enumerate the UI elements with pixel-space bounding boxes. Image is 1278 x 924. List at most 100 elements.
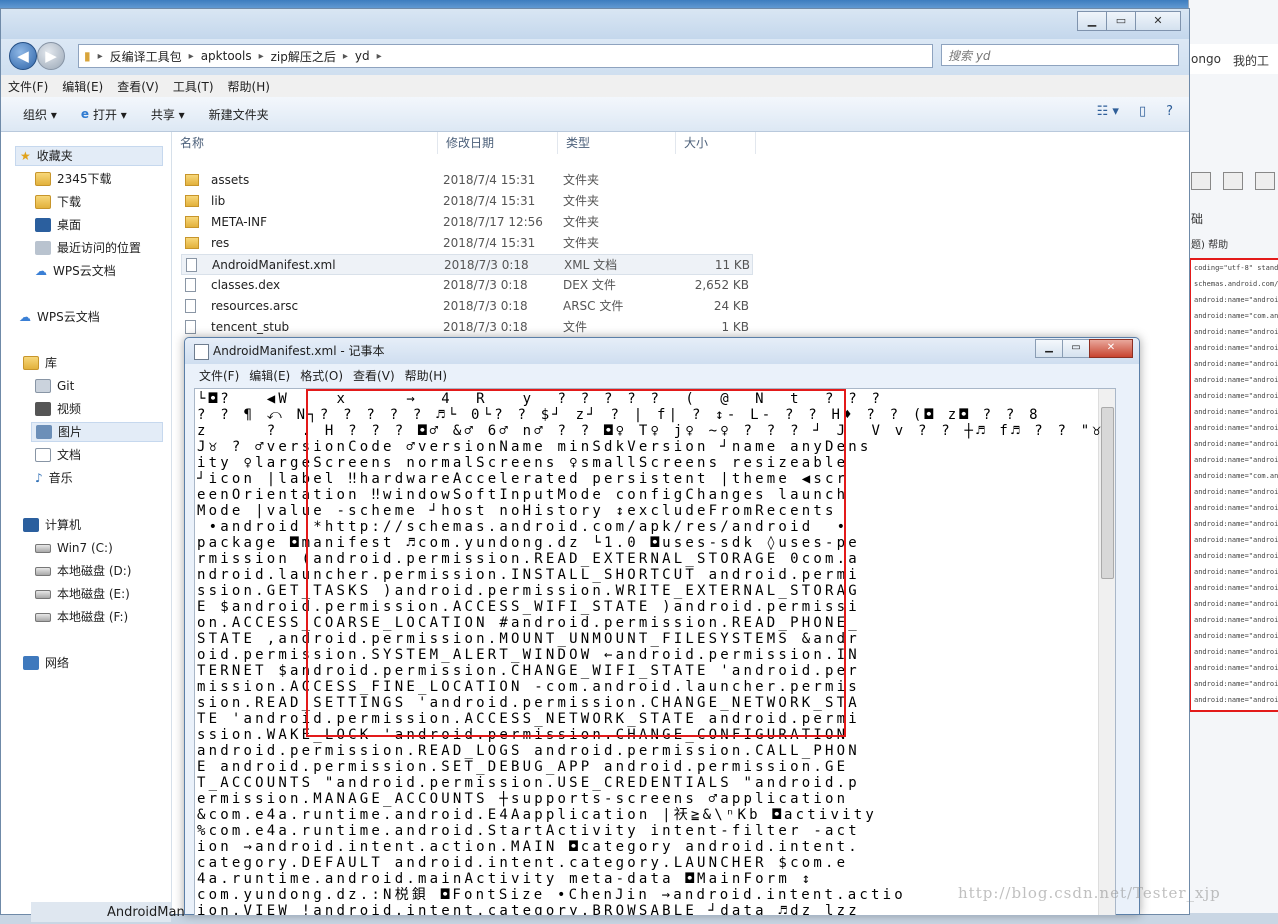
nav-library[interactable]: 库 bbox=[23, 353, 57, 373]
text-line: package ◘manifest ♬com.yundong.dz └1.0 ◘… bbox=[197, 535, 860, 551]
nav-item[interactable]: ☁ WPS云文档 bbox=[35, 261, 116, 281]
file-date: 2018/7/3 0:18 bbox=[443, 299, 528, 313]
nav-wps[interactable]: ☁ WPS云文档 bbox=[19, 307, 100, 327]
file-size: 24 KB bbox=[713, 299, 749, 313]
notepad-menu-file[interactable]: 文件(F) bbox=[194, 366, 244, 386]
nav-label: 下载 bbox=[57, 195, 82, 209]
breadcrumb-item[interactable]: zip解压之后 bbox=[266, 48, 341, 65]
breadcrumb-item[interactable]: 反编译工具包 bbox=[105, 48, 187, 65]
new-folder-button[interactable]: 新建文件夹 bbox=[197, 106, 281, 123]
menu-file[interactable]: 文件(F) bbox=[1, 78, 55, 95]
notepad-menu-help[interactable]: 帮助(H) bbox=[400, 366, 452, 386]
column-header-name[interactable]: 名称 bbox=[172, 132, 438, 154]
open-button[interactable]: e 打开 ▾ bbox=[69, 106, 139, 123]
close-button[interactable]: ✕ bbox=[1135, 11, 1181, 31]
column-header-size[interactable]: 大小 bbox=[676, 132, 756, 154]
nav-item[interactable]: 文档 bbox=[35, 445, 81, 465]
address-bar[interactable]: ▮ ▸ 反编译工具包 ▸ apktools ▸ zip解压之后 ▸ yd ▸ bbox=[78, 44, 933, 68]
nav-drive[interactable]: 本地磁盘 (D:) bbox=[35, 561, 131, 581]
view-options-icon[interactable]: ☷ ▾ bbox=[1097, 104, 1119, 119]
file-row[interactable]: classes.dex 2018/7/3 0:18 DEX 文件 2,652 KB bbox=[181, 275, 753, 296]
grid-icon[interactable] bbox=[1255, 172, 1275, 190]
breadcrumb-item[interactable]: apktools bbox=[196, 49, 257, 63]
code-line: android:name="android.p bbox=[1194, 568, 1278, 576]
help-icon[interactable]: ? bbox=[1166, 104, 1173, 119]
code-line: schemas.android.com/ap bbox=[1194, 280, 1278, 288]
background-label: 础 bbox=[1191, 212, 1204, 226]
nav-label: Win7 (C:) bbox=[57, 541, 113, 555]
nav-network[interactable]: 网络 bbox=[23, 653, 69, 673]
forward-button[interactable]: ▶ bbox=[37, 42, 65, 70]
nav-label: 桌面 bbox=[57, 218, 82, 232]
text-line: TERNET $android.permission.CHANGE_WIFI_S… bbox=[197, 663, 860, 679]
file-row[interactable]: assets 2018/7/4 15:31 文件夹 bbox=[181, 170, 753, 191]
nav-label: 计算机 bbox=[45, 518, 82, 532]
nav-computer[interactable]: 计算机 bbox=[23, 515, 81, 535]
code-line: android:name="android.p bbox=[1194, 296, 1278, 304]
code-line: android:name="android.p bbox=[1194, 552, 1278, 560]
text-line: ssion.WAKE_LOCK 'android.permission.CHAN… bbox=[197, 727, 849, 743]
nav-item[interactable]: 桌面 bbox=[35, 215, 81, 235]
file-type: DEX 文件 bbox=[563, 278, 616, 292]
image-icon[interactable] bbox=[1223, 172, 1243, 190]
command-bar: 组织 ▾ e 打开 ▾ 共享 ▾ 新建文件夹 ☷ ▾ ▯ ? bbox=[1, 97, 1189, 132]
nav-item[interactable]: ♪ 音乐 bbox=[35, 468, 73, 488]
nav-label: 库 bbox=[45, 356, 58, 370]
notepad-text-area[interactable]: └◘? ◀W x → 4 R y ? ? ? ? ? ( @ N t ? ? ?… bbox=[194, 388, 1116, 916]
file-row[interactable]: AndroidManifest.xml 2018/7/3 0:18 XML 文档 11… bbox=[181, 254, 753, 275]
notepad-maximize-button[interactable]: ▭ bbox=[1062, 339, 1090, 358]
menu-edit[interactable]: 编辑(E) bbox=[55, 78, 110, 95]
notepad-menu-view[interactable]: 查看(V) bbox=[348, 366, 400, 386]
maximize-button[interactable]: ▭ bbox=[1106, 11, 1136, 31]
nav-drive[interactable]: 本地磁盘 (F:) bbox=[35, 607, 128, 627]
menu-view[interactable]: 查看(V) bbox=[110, 78, 166, 95]
network-icon bbox=[23, 656, 39, 670]
nav-label: Git bbox=[57, 379, 75, 393]
preview-pane-icon[interactable]: ▯ bbox=[1139, 104, 1146, 119]
nav-label: 本地磁盘 (E:) bbox=[57, 587, 130, 601]
pictures-icon bbox=[36, 425, 52, 439]
file-type: 文件夹 bbox=[563, 236, 600, 250]
nav-item[interactable]: 视频 bbox=[35, 399, 81, 419]
file-row[interactable]: resources.arsc 2018/7/3 0:18 ARSC 文件 24 KB bbox=[181, 296, 753, 317]
text-line: E $android.permission.ACCESS_WIFI_STATE … bbox=[197, 599, 860, 615]
notepad-minimize-button[interactable]: ▁ bbox=[1035, 339, 1063, 358]
share-button[interactable]: 共享 ▾ bbox=[139, 106, 197, 123]
notepad-menu-format[interactable]: 格式(O) bbox=[295, 366, 348, 386]
recent-places-icon bbox=[35, 241, 51, 255]
background-tab-text-2: 我的工 bbox=[1233, 54, 1270, 68]
nav-favorites[interactable]: ★ 收藏夹 bbox=[15, 146, 163, 166]
nav-item[interactable]: 下载 bbox=[35, 192, 81, 212]
file-row[interactable]: lib 2018/7/4 15:31 文件夹 bbox=[181, 191, 753, 212]
folder-icon bbox=[185, 216, 199, 228]
code-line: android:name="android.p bbox=[1194, 392, 1278, 400]
music-icon: ♪ bbox=[35, 471, 43, 485]
notepad-close-button[interactable]: ✕ bbox=[1089, 339, 1133, 358]
nav-item-pictures[interactable]: 图片 bbox=[31, 422, 163, 442]
column-header-type[interactable]: 类型 bbox=[558, 132, 676, 154]
chart-icon[interactable] bbox=[1191, 172, 1211, 190]
back-button[interactable]: ◀ bbox=[9, 42, 37, 70]
nav-drive[interactable]: 本地磁盘 (E:) bbox=[35, 584, 130, 604]
nav-drive[interactable]: Win7 (C:) bbox=[35, 538, 113, 558]
file-date: 2018/7/4 15:31 bbox=[443, 236, 536, 250]
drive-icon bbox=[35, 543, 51, 553]
nav-item[interactable]: Git bbox=[35, 376, 74, 396]
ie-icon: e bbox=[80, 107, 89, 121]
nav-item[interactable]: 最近访问的位置 bbox=[35, 238, 141, 258]
breadcrumb-item[interactable]: yd bbox=[350, 49, 375, 63]
menu-help[interactable]: 帮助(H) bbox=[221, 78, 277, 95]
file-name: lib bbox=[211, 194, 226, 208]
organize-button[interactable]: 组织 ▾ bbox=[1, 106, 69, 123]
notepad-menu-edit[interactable]: 编辑(E) bbox=[244, 366, 295, 386]
folder-icon bbox=[185, 237, 199, 249]
taskbar-item[interactable]: AndroidMan bbox=[31, 902, 185, 922]
column-header-date[interactable]: 修改日期 bbox=[438, 132, 558, 154]
file-row[interactable]: tencent_stub 2018/7/3 0:18 文件 1 KB bbox=[181, 317, 753, 338]
nav-item[interactable]: 2345下载 bbox=[35, 169, 112, 189]
file-row[interactable]: res 2018/7/4 15:31 文件夹 bbox=[181, 233, 753, 254]
minimize-button[interactable]: ▁ bbox=[1077, 11, 1107, 31]
menu-tools[interactable]: 工具(T) bbox=[166, 78, 221, 95]
file-row[interactable]: META-INF 2018/7/17 12:56 文件夹 bbox=[181, 212, 753, 233]
search-input[interactable]: 搜索 yd bbox=[941, 44, 1179, 66]
